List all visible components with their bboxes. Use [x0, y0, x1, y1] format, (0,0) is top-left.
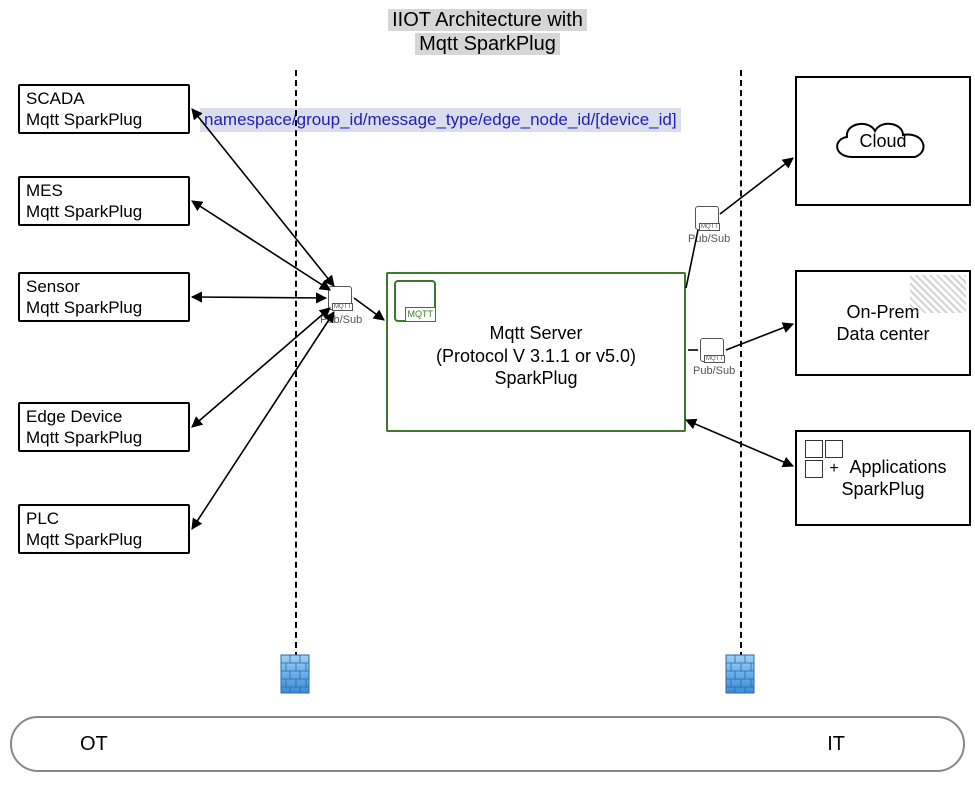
node-sensor: Sensor Mqtt SparkPlug — [18, 272, 190, 322]
server-line-3: SparkPlug — [394, 367, 678, 390]
node-edge-title: Edge Device — [26, 406, 122, 427]
mqtt-icon-server — [394, 280, 436, 322]
node-scada: SCADA Mqtt SparkPlug — [18, 84, 190, 134]
node-sensor-sub: Mqtt SparkPlug — [26, 297, 142, 318]
node-edge: Edge Device Mqtt SparkPlug — [18, 402, 190, 452]
node-mqtt-server: Mqtt Server (Protocol V 3.1.1 or v5.0) S… — [386, 272, 686, 432]
title-line-1: IIOT Architecture with — [388, 9, 587, 31]
firewall-icon-right — [725, 654, 755, 694]
node-scada-title: SCADA — [26, 88, 85, 109]
node-plc-title: PLC — [26, 508, 59, 529]
node-cloud: Cloud — [795, 76, 971, 206]
node-scada-sub: Mqtt SparkPlug — [26, 109, 142, 130]
title-line-2: Mqtt SparkPlug — [415, 33, 560, 55]
node-plc-sub: Mqtt SparkPlug — [26, 529, 142, 550]
pubsub-label-right-mid: Pub/Sub — [693, 365, 735, 377]
firewall-icon-left — [280, 654, 310, 694]
ot-it-band: OT IT — [10, 716, 965, 772]
onprem-hatch-icon — [910, 275, 966, 313]
node-mes: MES Mqtt SparkPlug — [18, 176, 190, 226]
node-mes-title: MES — [26, 180, 63, 201]
mqtt-icon-right-top — [695, 206, 719, 230]
apps-line-1: Applications — [849, 456, 946, 479]
apps-grid-icon: + — [805, 440, 843, 478]
divider-it — [740, 70, 742, 658]
node-onprem: On-Prem Data center — [795, 270, 971, 376]
node-applications: + Applications SparkPlug — [795, 430, 971, 526]
it-label: IT — [827, 733, 845, 756]
node-edge-sub: Mqtt SparkPlug — [26, 427, 142, 448]
server-line-1: Mqtt Server — [394, 322, 678, 345]
ot-label: OT — [80, 733, 108, 756]
mqtt-icon-right-mid — [700, 338, 724, 362]
cloud-label: Cloud — [859, 131, 906, 152]
node-sensor-title: Sensor — [26, 276, 80, 297]
apps-line-2: SparkPlug — [841, 478, 924, 501]
node-plc: PLC Mqtt SparkPlug — [18, 504, 190, 554]
mqtt-icon-left — [328, 286, 352, 310]
server-line-2: (Protocol V 3.1.1 or v5.0) — [394, 345, 678, 368]
onprem-line-2: Data center — [836, 323, 929, 346]
diagram-title: IIOT Architecture with Mqtt SparkPlug — [0, 8, 975, 56]
pubsub-label-left: Pub/Sub — [320, 314, 362, 326]
onprem-line-1: On-Prem — [846, 301, 919, 324]
diagram-canvas: IIOT Architecture with Mqtt SparkPlug na… — [0, 0, 975, 790]
node-mes-sub: Mqtt SparkPlug — [26, 201, 142, 222]
pubsub-label-right-top: Pub/Sub — [688, 233, 730, 245]
namespace-label: namespace/group_id/message_type/edge_nod… — [200, 108, 681, 132]
divider-ot — [295, 70, 297, 658]
